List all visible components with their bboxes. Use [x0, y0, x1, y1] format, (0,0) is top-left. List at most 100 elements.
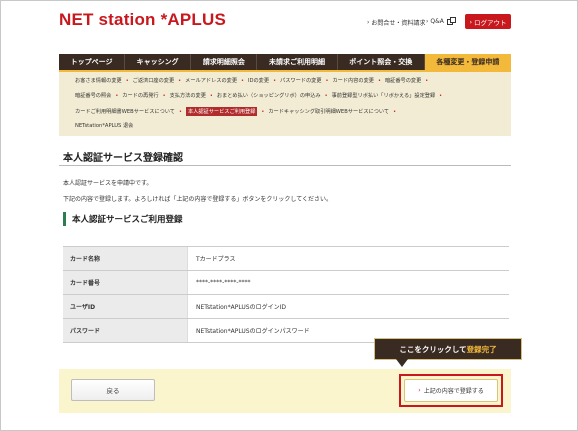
nav-item-points[interactable]: ポイント照会・交換: [338, 54, 425, 70]
bullet-icon: •: [115, 92, 119, 99]
subnav-label: おまとめ払い（ショッピングリボ）の申込み: [216, 93, 321, 99]
submit-button[interactable]: › 上記の内容で登録する: [404, 379, 498, 402]
subnav-label: IDの変更: [247, 78, 270, 84]
title-divider: [59, 165, 511, 166]
subnav-item[interactable]: カードの再発行: [122, 92, 158, 99]
row-label: ユーザID: [63, 295, 187, 318]
nav-item-top[interactable]: トップページ: [59, 54, 126, 70]
callout-arrow: [396, 359, 408, 367]
subnav-label: 暗証番号の変更: [384, 78, 422, 84]
subnav-item[interactable]: 暗証番号の変更: [385, 77, 421, 84]
subnav-label: カードキャッシング取引明細WEBサービスについて: [268, 109, 390, 115]
row-label: カード名称: [63, 247, 187, 270]
nav-label: ポイント照会・交換: [349, 58, 413, 66]
site-header: NET station *APLUS › お問合せ・資料請求 › Q&A › ロ…: [1, 1, 577, 45]
nav-item-unbilled[interactable]: 未請求ご利用明細: [257, 54, 338, 70]
subnav-label: メールアドレスの変更: [185, 78, 238, 84]
subnav-row: カードご利用明細書WEBサービスについて • 本人認証サービスご利用登録 • カード…: [75, 107, 400, 116]
site-logo[interactable]: NET station *APLUS: [59, 10, 226, 30]
bullet-icon: •: [378, 77, 381, 84]
subnav-label: カードご利用明細書WEBサービスについて: [75, 109, 175, 115]
bullet-icon: •: [241, 77, 244, 84]
subnav-label: ご返済口座の変更: [132, 78, 175, 84]
subnav-label: カード内容の変更: [332, 78, 374, 84]
subnav-item[interactable]: カードキャッシング取引明細WEBサービスについて: [268, 108, 389, 115]
callout-text: ここをクリックして: [399, 344, 467, 354]
row-label: カード番号: [63, 271, 187, 294]
row-value: ****-****-****-****: [187, 271, 509, 294]
qa-link-label: Q&A: [430, 18, 444, 25]
bullet-icon: •: [325, 77, 329, 84]
nav-item-statement[interactable]: 請求明細照会: [191, 54, 258, 70]
back-button[interactable]: 戻る: [71, 379, 155, 401]
nav-label: 未請求ご利用明細: [269, 58, 326, 66]
subnav-item-active[interactable]: 本人認証サービスご利用登録: [185, 107, 258, 116]
table-row: カード名称 Tカードプラス: [63, 247, 509, 271]
external-window-icon: [446, 16, 456, 25]
bullet-icon: •: [162, 92, 166, 99]
subnav-item[interactable]: カードご利用明細書WEBサービスについて: [75, 108, 175, 115]
subnav-row: NETstation*APLUS 退会: [75, 122, 133, 129]
subnav-label: お客さま情報の変更: [75, 78, 122, 84]
subnav-label: 事前登録型リボ払い「リボかえる」設定登録: [331, 93, 436, 99]
callout-tooltip: ここをクリックして 登録完了: [374, 338, 522, 360]
row-value: Tカードプラス: [187, 247, 509, 270]
chevron-right-icon: ›: [426, 18, 429, 25]
subnav-item[interactable]: メールアドレスの変更: [185, 77, 237, 84]
subnav-item[interactable]: IDの変更: [248, 77, 269, 84]
bullet-icon: •: [125, 77, 129, 84]
subnav-row: 暗証番号の照会 • カードの再発行 • 支払方法の変更 • おまとめ払い（ショッピング…: [75, 92, 446, 100]
back-button-label: 戻る: [106, 387, 120, 395]
sub-nav: お客さま情報の変更 • ご返済口座の変更 • メールアドレスの変更 • IDの変更 • …: [59, 72, 511, 136]
bullet-icon: •: [179, 108, 182, 115]
subnav-item[interactable]: パスワードの変更: [280, 77, 322, 84]
bullet-icon: •: [425, 77, 429, 84]
row-value: NETstation*APLUSのログインID: [187, 295, 509, 318]
subnav-item[interactable]: おまとめ払い（ショッピングリボ）の申込み: [217, 92, 321, 99]
row-label: パスワード: [63, 319, 187, 342]
subnav-label: パスワードの変更: [280, 78, 322, 84]
qa-link[interactable]: › Q&A: [426, 16, 456, 25]
nav-item-cashing[interactable]: キャッシング: [125, 54, 192, 70]
submit-button-label: 上記の内容で登録する: [423, 388, 484, 395]
bullet-icon: •: [209, 92, 213, 99]
confirmation-table: カード名称 Tカードプラス カード番号 ****-****-****-**** …: [63, 246, 509, 343]
subnav-label: NETstation*APLUS 退会: [75, 123, 134, 129]
subnav-item[interactable]: NETstation*APLUS 退会: [75, 122, 133, 129]
table-row: ユーザID NETstation*APLUSのログインID: [63, 295, 509, 319]
subnav-label: カードの再発行: [122, 93, 159, 99]
subnav-label: 本人認証サービスご利用登録: [187, 109, 256, 115]
bullet-icon: •: [393, 108, 397, 115]
subnav-label: 暗証番号の照会: [75, 93, 112, 99]
logout-label: ログアウト: [474, 18, 507, 27]
bullet-icon: •: [261, 108, 265, 115]
contact-link-label: お問合せ・資料請求: [371, 20, 426, 27]
section-heading: 本人認証サービスご利用登録: [63, 212, 183, 226]
nav-label: トップページ: [70, 58, 113, 66]
global-nav: トップページ キャッシング 請求明細照会 未請求ご利用明細 ポイント照会・交換 …: [59, 54, 511, 70]
subnav-row: お客さま情報の変更 • ご返済口座の変更 • メールアドレスの変更 • IDの変更 • …: [75, 77, 432, 85]
instruction-text: 下記の内容で登録します。よろしければ「上記の内容で登録する」ボタンをクリックして…: [63, 196, 333, 203]
chevron-right-icon: ›: [367, 19, 370, 26]
subnav-item[interactable]: 支払方法の変更: [170, 92, 206, 99]
subnav-item[interactable]: 暗証番号の照会: [75, 92, 111, 99]
subnav-item[interactable]: カード内容の変更: [332, 77, 374, 84]
contact-link[interactable]: › お問合せ・資料請求: [367, 18, 425, 27]
chevron-right-icon: ›: [469, 17, 473, 26]
bullet-icon: •: [439, 92, 443, 99]
chevron-right-icon: ›: [418, 387, 421, 394]
nav-label: 各種変更・登録申請: [436, 58, 500, 66]
subnav-item[interactable]: 事前登録型リボ払い「リボかえる」設定登録: [332, 92, 436, 99]
intro-text: 本人認証サービスを申請中です。: [63, 180, 153, 187]
nav-label: キャッシング: [136, 58, 179, 66]
subnav-item[interactable]: ご返済口座の変更: [133, 77, 175, 84]
callout-highlight: 登録完了: [466, 344, 497, 354]
bullet-icon: •: [324, 92, 328, 99]
subnav-label: 支払方法の変更: [169, 93, 206, 99]
table-row: カード番号 ****-****-****-****: [63, 271, 509, 295]
bullet-icon: •: [273, 77, 277, 84]
action-bar: 戻る › 上記の内容で登録する: [59, 369, 511, 413]
subnav-item[interactable]: お客さま情報の変更: [75, 77, 122, 84]
logout-button[interactable]: › ログアウト: [465, 14, 511, 29]
nav-item-settings[interactable]: 各種変更・登録申請: [424, 54, 511, 70]
